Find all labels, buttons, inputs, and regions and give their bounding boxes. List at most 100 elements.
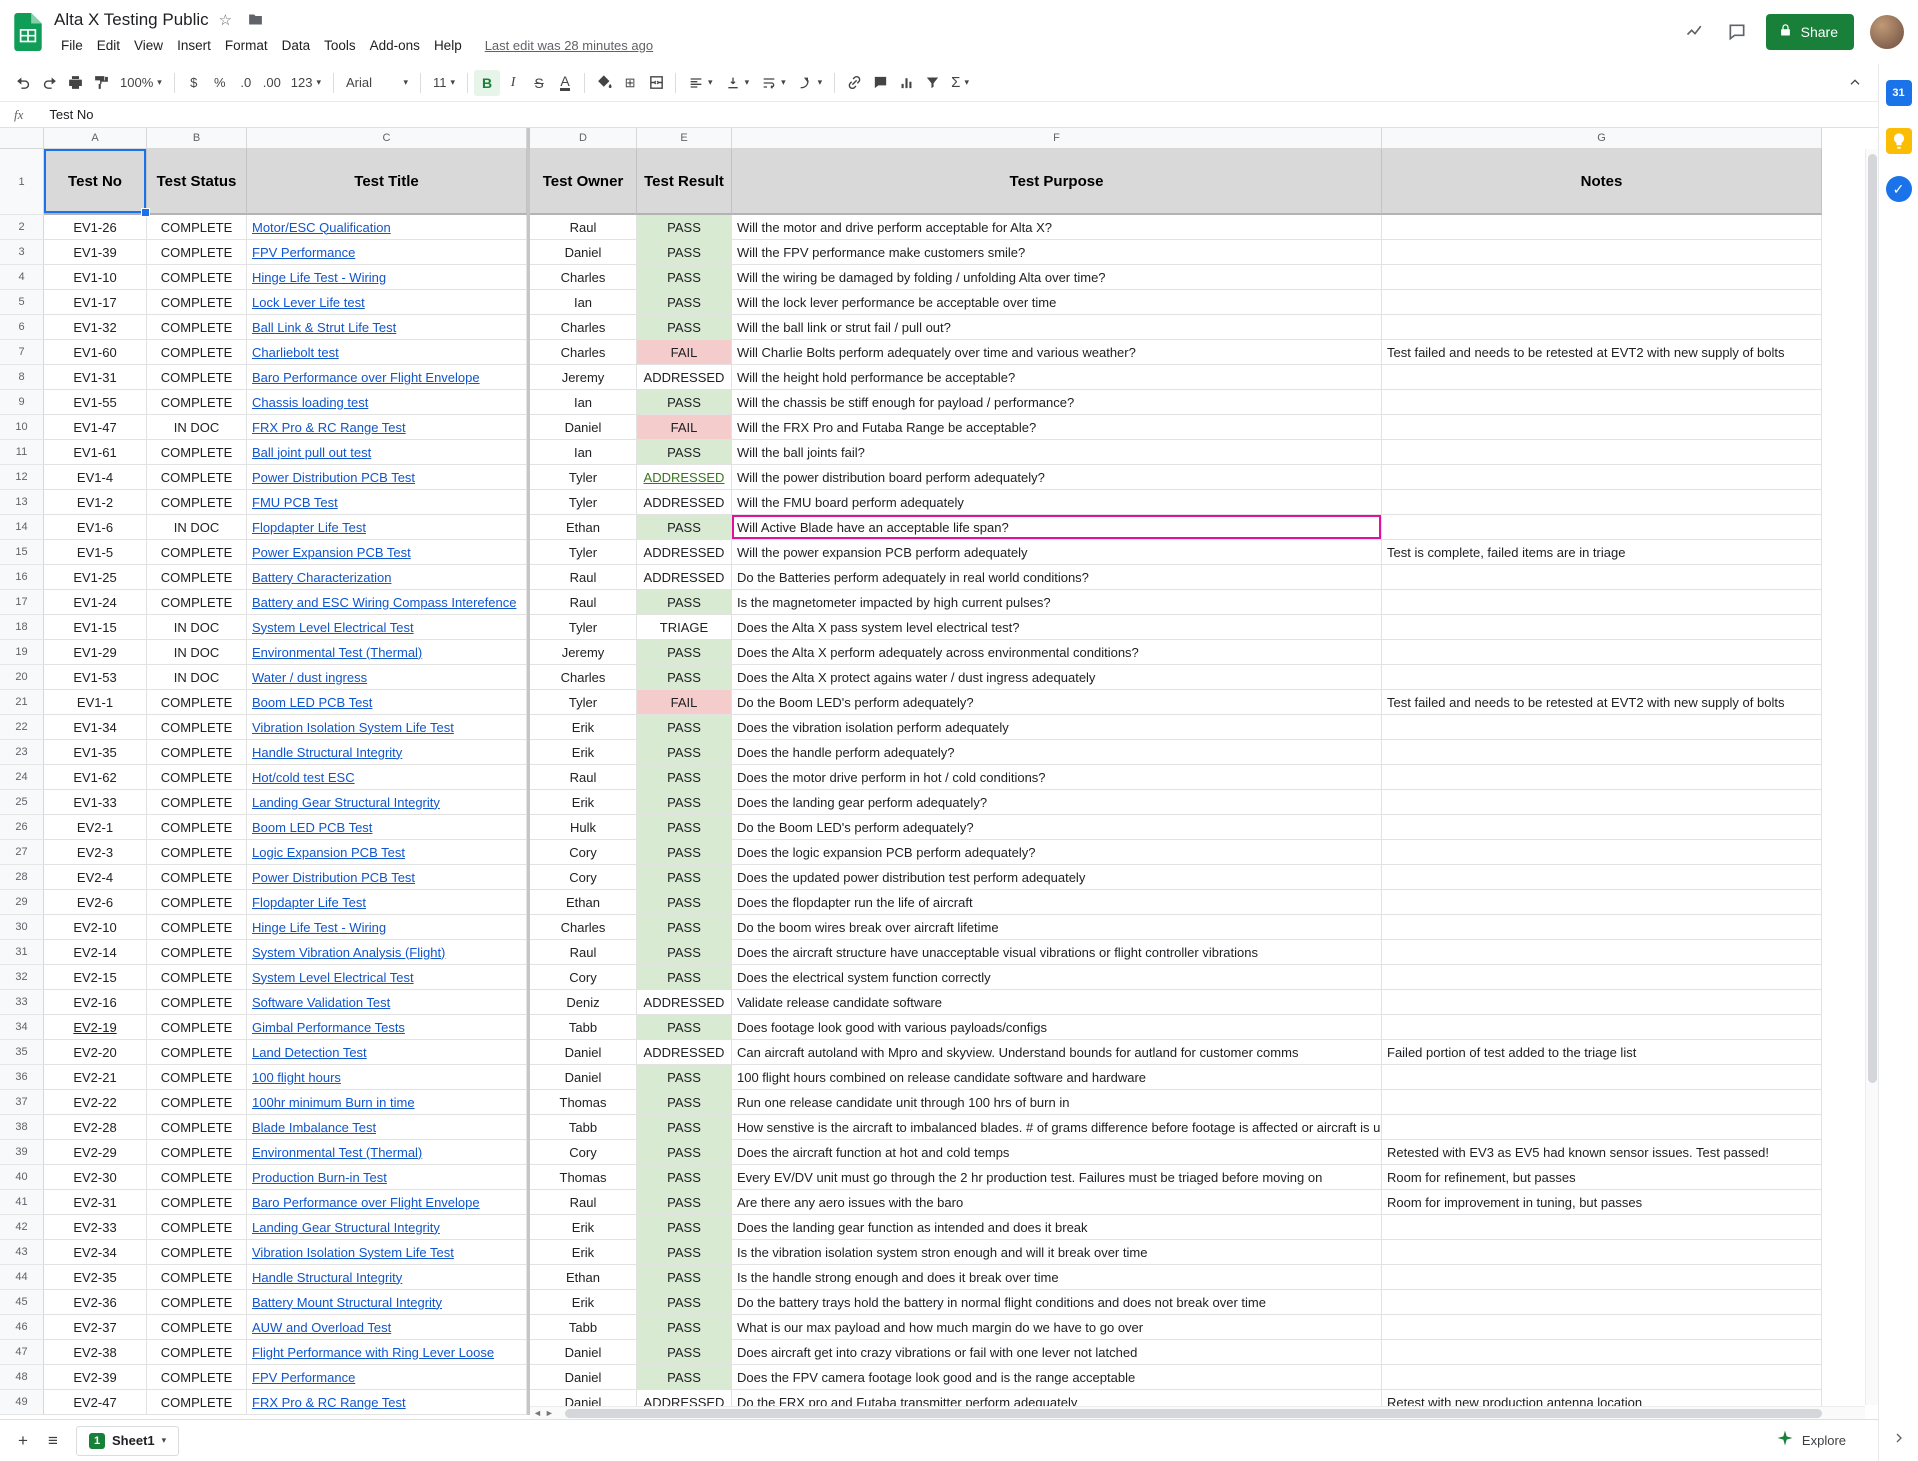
cell-test-notes[interactable] xyxy=(1382,890,1822,915)
cell-test-title[interactable]: Ball Link & Strut Life Test xyxy=(247,315,527,340)
column-header-f[interactable]: F xyxy=(732,128,1382,149)
collapse-toolbar-button[interactable] xyxy=(1842,70,1868,96)
test-title-link[interactable]: Environmental Test (Thermal) xyxy=(252,1145,422,1160)
cell-test-no[interactable]: EV1-10 xyxy=(44,265,147,290)
menu-help[interactable]: Help xyxy=(427,36,469,55)
cell-test-notes[interactable]: Test is complete, failed items are in tr… xyxy=(1382,540,1822,565)
cell-test-owner[interactable]: Thomas xyxy=(530,1090,637,1115)
cell-test-title[interactable]: FRX Pro & RC Range Test xyxy=(247,415,527,440)
cell-test-title[interactable]: 100 flight hours xyxy=(247,1065,527,1090)
cell-test-purpose[interactable]: Does the updated power distribution test… xyxy=(732,865,1382,890)
cell-test-status[interactable]: COMPLETE xyxy=(147,1240,247,1265)
cell-test-result[interactable]: PASS xyxy=(637,240,732,265)
cell-test-status[interactable]: COMPLETE xyxy=(147,1365,247,1390)
header-cell-test-owner[interactable]: Test Owner xyxy=(530,149,637,215)
cell-test-status[interactable]: IN DOC xyxy=(147,415,247,440)
cell-test-status[interactable]: COMPLETE xyxy=(147,1265,247,1290)
cell-test-notes[interactable] xyxy=(1382,240,1822,265)
cell-test-status[interactable]: COMPLETE xyxy=(147,915,247,940)
cell-test-title[interactable]: System Level Electrical Test xyxy=(247,965,527,990)
row-number[interactable]: 5 xyxy=(0,290,44,315)
more-formats-dropdown[interactable]: 123▾ xyxy=(285,70,327,96)
star-icon[interactable]: ☆ xyxy=(219,11,232,29)
scroll-right-arrow[interactable]: ► xyxy=(545,1407,554,1420)
cell-test-no[interactable]: EV2-20 xyxy=(44,1040,147,1065)
cell-test-status[interactable]: COMPLETE xyxy=(147,940,247,965)
cell-test-notes[interactable] xyxy=(1382,1215,1822,1240)
test-title-link[interactable]: Power Distribution PCB Test xyxy=(252,470,415,485)
cell-test-status[interactable]: COMPLETE xyxy=(147,690,247,715)
cell-test-owner[interactable]: Hulk xyxy=(530,815,637,840)
cell-test-purpose[interactable]: Do the Boom LED's perform adequately? xyxy=(732,815,1382,840)
test-title-link[interactable]: Flopdapter Life Test xyxy=(252,895,366,910)
test-title-link[interactable]: FPV Performance xyxy=(252,245,355,260)
activity-icon[interactable] xyxy=(1682,19,1708,45)
cell-test-purpose[interactable]: 100 flight hours combined on release can… xyxy=(732,1065,1382,1090)
cell-test-result[interactable]: FAIL xyxy=(637,690,732,715)
cell-test-no[interactable]: EV2-35 xyxy=(44,1265,147,1290)
row-number[interactable]: 43 xyxy=(0,1240,44,1265)
cell-test-result[interactable]: PASS xyxy=(637,1115,732,1140)
filter-button[interactable] xyxy=(919,70,945,96)
cell-test-owner[interactable]: Jeremy xyxy=(530,640,637,665)
cell-test-notes[interactable] xyxy=(1382,465,1822,490)
test-title-link[interactable]: Handle Structural Integrity xyxy=(252,745,402,760)
cell-test-owner[interactable]: Ethan xyxy=(530,1265,637,1290)
row-number[interactable]: 48 xyxy=(0,1365,44,1390)
cell-test-no[interactable]: EV1-25 xyxy=(44,565,147,590)
cell-test-purpose[interactable]: Are there any aero issues with the baro xyxy=(732,1190,1382,1215)
row-number[interactable]: 23 xyxy=(0,740,44,765)
test-title-link[interactable]: Hinge Life Test - Wiring xyxy=(252,920,386,935)
test-title-link[interactable]: Battery and ESC Wiring Compass Interefen… xyxy=(252,595,516,610)
cell-test-purpose[interactable]: Will the power expansion PCB perform ade… xyxy=(732,540,1382,565)
cell-test-notes[interactable] xyxy=(1382,1115,1822,1140)
cell-test-status[interactable]: IN DOC xyxy=(147,665,247,690)
cell-test-status[interactable]: COMPLETE xyxy=(147,1290,247,1315)
cell-test-status[interactable]: COMPLETE xyxy=(147,590,247,615)
cell-test-title[interactable]: Software Validation Test xyxy=(247,990,527,1015)
cell-test-purpose[interactable]: How senstive is the aircraft to imbalanc… xyxy=(732,1115,1382,1140)
cell-test-owner[interactable]: Erik xyxy=(530,1240,637,1265)
row-number[interactable]: 3 xyxy=(0,240,44,265)
cell-test-notes[interactable] xyxy=(1382,940,1822,965)
row-number[interactable]: 19 xyxy=(0,640,44,665)
header-cell-test-result[interactable]: Test Result xyxy=(637,149,732,215)
cell-test-result[interactable]: PASS xyxy=(637,965,732,990)
cell-test-no[interactable]: EV1-4 xyxy=(44,465,147,490)
insert-comment-button[interactable] xyxy=(867,70,893,96)
row-number[interactable]: 2 xyxy=(0,215,44,240)
cell-test-no[interactable]: EV1-26 xyxy=(44,215,147,240)
cell-test-title[interactable]: Hot/cold test ESC xyxy=(247,765,527,790)
cell-test-notes[interactable] xyxy=(1382,290,1822,315)
cell-test-owner[interactable]: Erik xyxy=(530,1215,637,1240)
cell-test-title[interactable]: FPV Performance xyxy=(247,1365,527,1390)
test-title-link[interactable]: Baro Performance over Flight Envelope xyxy=(252,370,480,385)
cell-test-title[interactable]: Water / dust ingress xyxy=(247,665,527,690)
horizontal-scroll-thumb[interactable] xyxy=(565,1409,1822,1418)
cell-test-owner[interactable]: Cory xyxy=(530,840,637,865)
cell-test-status[interactable]: COMPLETE xyxy=(147,265,247,290)
cell-test-no[interactable]: EV2-31 xyxy=(44,1190,147,1215)
cell-test-result[interactable]: PASS xyxy=(637,840,732,865)
row-number[interactable]: 10 xyxy=(0,415,44,440)
cell-test-no[interactable]: EV2-30 xyxy=(44,1165,147,1190)
cell-test-result[interactable]: ADDRESSED xyxy=(637,490,732,515)
formula-bar[interactable]: fx Test No xyxy=(0,102,1878,128)
cell-test-result[interactable]: PASS xyxy=(637,1065,732,1090)
row-number[interactable]: 11 xyxy=(0,440,44,465)
cell-test-title[interactable]: Logic Expansion PCB Test xyxy=(247,840,527,865)
formula-input[interactable]: Test No xyxy=(49,107,93,122)
cell-test-status[interactable]: COMPLETE xyxy=(147,1090,247,1115)
cell-test-owner[interactable]: Cory xyxy=(530,1140,637,1165)
cell-test-purpose[interactable]: Validate release candidate software xyxy=(732,990,1382,1015)
cell-test-purpose[interactable]: Will the wiring be damaged by folding / … xyxy=(732,265,1382,290)
test-title-link[interactable]: Chassis loading test xyxy=(252,395,368,410)
test-title-link[interactable]: FRX Pro & RC Range Test xyxy=(252,420,406,435)
cell-test-notes[interactable] xyxy=(1382,1065,1822,1090)
increase-decimal-button[interactable]: .00 xyxy=(259,70,285,96)
cell-test-status[interactable]: COMPLETE xyxy=(147,1040,247,1065)
cell-test-result[interactable]: PASS xyxy=(637,1290,732,1315)
cell-test-result[interactable]: ADDRESSED xyxy=(637,540,732,565)
cell-test-owner[interactable]: Deniz xyxy=(530,990,637,1015)
cell-test-status[interactable]: COMPLETE xyxy=(147,540,247,565)
